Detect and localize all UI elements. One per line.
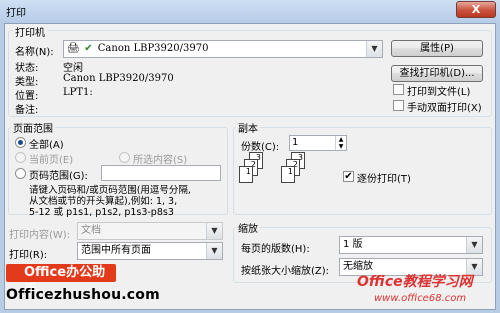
printer-name-label: 名称(N):: [15, 47, 54, 58]
watermark-site: Officezhushou.com: [6, 287, 160, 303]
copies-group-label: 副本: [236, 120, 260, 135]
selection-radio[interactable]: [119, 152, 130, 163]
comment-label: 备注:: [15, 105, 39, 116]
page-numbers-radio[interactable]: [15, 168, 26, 179]
chevron-down-icon: ▼: [206, 243, 222, 259]
type-value: Canon LBP3920/3970: [63, 73, 174, 84]
page-range-hint-3: 5-12 或 p1s1, p1s2, p1s3-p8s3: [29, 207, 174, 218]
selection-label: 所选内容(S): [133, 155, 188, 166]
page-numbers-input[interactable]: [101, 165, 221, 181]
pages-per-sheet-value: 1 版: [343, 239, 363, 250]
copies-count-input[interactable]: 1 ▲ ▼: [289, 135, 347, 151]
all-pages-radio[interactable]: [15, 137, 26, 148]
title-bar: 打印 X: [0, 0, 500, 22]
status-value: 空闲: [63, 63, 83, 74]
scale-label: 按纸张大小缩放(Z):: [241, 266, 330, 277]
manual-duplex-label: 手动双面打印(X): [407, 103, 482, 114]
collate-icon: 3 2 1: [239, 152, 287, 202]
current-page-radio[interactable]: [15, 152, 26, 163]
manual-duplex-checkbox[interactable]: [393, 100, 404, 111]
properties-button[interactable]: 属性(P): [391, 40, 483, 57]
watermark-logo-url: www.office68.com: [374, 293, 467, 304]
printer-name-dropdown[interactable]: 🖨 ✔ Canon LBP3920/3970 ▼: [63, 40, 383, 58]
zoom-group-label: 缩放: [236, 220, 260, 235]
chevron-down-icon: ▼: [366, 41, 382, 57]
printer-icon: 🖨: [67, 43, 80, 54]
collate-checkbox[interactable]: ✔: [343, 171, 354, 182]
print-label: 打印(R):: [9, 250, 48, 261]
watermark-logo: Office教程学习网: [357, 274, 473, 290]
all-pages-label: 全部(A): [29, 140, 64, 151]
print-to-file-label: 打印到文件(L): [407, 87, 471, 98]
status-label: 状态:: [15, 63, 39, 74]
page-numbers-label: 页码范围(G):: [29, 171, 88, 182]
copies-count-value: 1: [292, 137, 299, 148]
print-what-value: 文档: [81, 225, 101, 236]
where-value: LPT1:: [63, 87, 93, 98]
print-dropdown[interactable]: 范围中所有页面 ▼: [77, 242, 223, 260]
print-to-file-checkbox[interactable]: [393, 84, 404, 95]
page-range-group-label: 页面范围: [11, 120, 55, 135]
copies-count-label: 份数(C):: [241, 142, 280, 153]
printer-name-value: Canon LBP3920/3970: [97, 43, 209, 54]
chevron-down-icon: ▼: [466, 237, 482, 253]
current-page-label: 当前页(E): [29, 155, 74, 166]
collate-icon-2: 3 2 1: [281, 152, 329, 202]
print-value: 范围中所有页面: [81, 245, 151, 256]
where-label: 位置:: [15, 91, 39, 102]
type-label: 类型:: [15, 77, 39, 88]
default-printer-check-icon: ✔: [84, 43, 93, 54]
print-what-label: 打印内容(W):: [9, 230, 71, 241]
print-what-dropdown[interactable]: 文档 ▼: [77, 222, 223, 240]
printer-group-label: 打印机: [13, 24, 47, 39]
pages-per-sheet-dropdown[interactable]: 1 版 ▼: [339, 236, 483, 254]
watermark-banner: Office办公助手: [6, 264, 116, 298]
window-title: 打印: [6, 8, 26, 19]
pages-per-sheet-label: 每页的版数(H):: [241, 244, 310, 255]
chevron-down-icon: ▼: [206, 223, 222, 239]
copies-spinner[interactable]: ▲ ▼: [335, 136, 346, 150]
collate-label: 逐份打印(T): [357, 174, 411, 185]
find-printer-button[interactable]: 查找打印机(D)...: [391, 65, 483, 82]
close-button[interactable]: X: [456, 1, 496, 18]
